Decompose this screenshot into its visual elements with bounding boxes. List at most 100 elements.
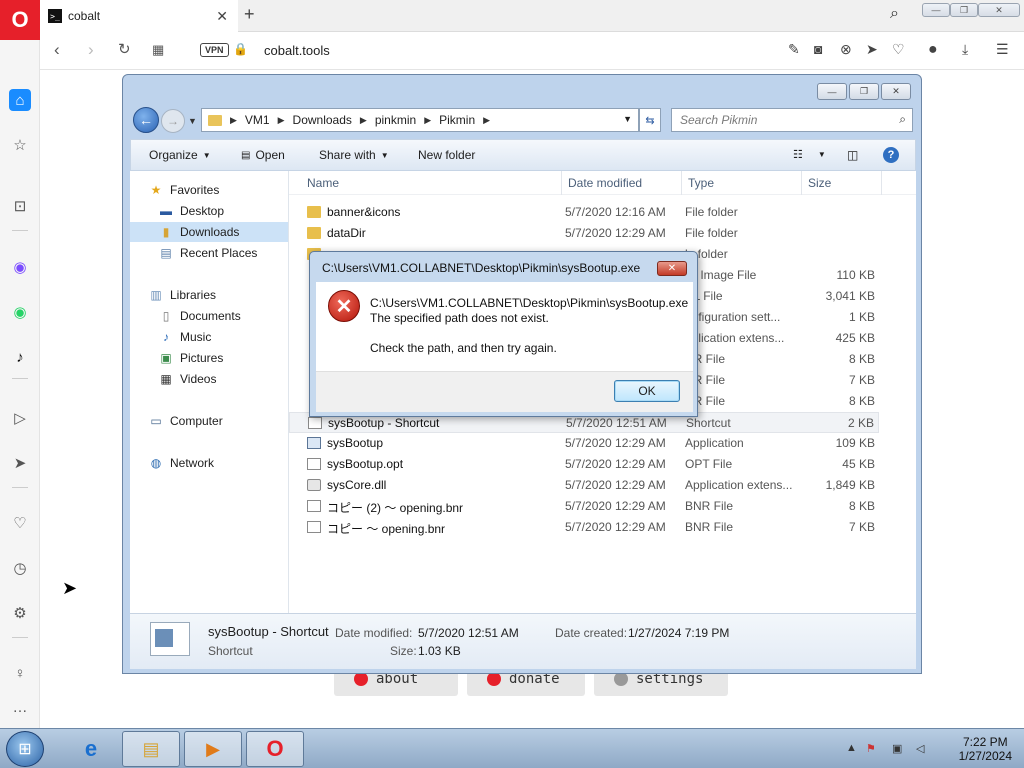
internet-explorer-icon[interactable]: e (62, 731, 120, 767)
tiktok-icon[interactable]: ♪ (9, 346, 31, 368)
tab-close-icon[interactable]: ✕ (216, 8, 228, 25)
media-player-taskbar-icon[interactable]: ▶ (184, 731, 242, 767)
nav-music[interactable]: ♪ Music (130, 327, 288, 347)
breadcrumb-item-pikmin[interactable]: Pikmin (439, 113, 475, 127)
edit-icon[interactable]: ✎ (788, 41, 800, 58)
breadcrumb-item-vm1[interactable]: VM1 (245, 113, 270, 127)
preview-pane-icon[interactable]: ◫ (847, 148, 858, 162)
dialog-close-button[interactable]: ✕ (657, 261, 687, 276)
breadcrumb-item-downloads[interactable]: Downloads (293, 113, 352, 127)
nav-favorites[interactable]: ★ Favorites (130, 180, 288, 200)
explorer-maximize-button[interactable]: ❐ (849, 83, 879, 100)
open-button[interactable]: ▤ Open (241, 148, 285, 162)
browser-close-button[interactable]: ✕ (978, 3, 1020, 17)
star-icon[interactable]: ☆ (9, 134, 31, 156)
recent-pages-dropdown-icon[interactable]: ▼ (188, 116, 197, 126)
change-view-button[interactable]: ☷ ▼ (793, 148, 826, 161)
nav-libraries[interactable]: ▥ Libraries (130, 285, 288, 305)
column-divider[interactable] (681, 171, 682, 195)
clock[interactable]: 7:22 PM 1/27/2024 (959, 735, 1012, 763)
profile-icon[interactable]: ● (928, 41, 938, 59)
search-icon[interactable]: ⌕ (899, 112, 906, 127)
camera-icon[interactable]: ◙ (814, 41, 822, 57)
tabs-grid-icon[interactable]: ▦ (152, 42, 164, 58)
show-hidden-icons-icon[interactable]: ▲ (846, 742, 857, 754)
lock-icon[interactable]: 🔒 (233, 42, 248, 56)
column-header-type[interactable]: Type (688, 176, 714, 190)
new-tab-button[interactable]: + (244, 4, 255, 25)
column-header-name[interactable]: Name (307, 176, 339, 190)
volume-muted-icon[interactable]: ◁ (916, 742, 924, 755)
search-input[interactable]: Search Pikmin ⌕ (671, 108, 913, 132)
browser-maximize-button[interactable]: ❐ (950, 3, 978, 17)
explorer-close-button[interactable]: ✕ (881, 83, 911, 100)
messenger-icon[interactable]: ◉ (9, 256, 31, 278)
column-header-date[interactable]: Date modified (568, 176, 642, 190)
whatsapp-icon[interactable]: ◉ (9, 301, 31, 323)
column-divider[interactable] (881, 171, 882, 195)
nav-recent-places[interactable]: ▤ Recent Places (130, 243, 288, 263)
action-center-flag-icon[interactable]: ⚑ (866, 742, 876, 755)
nav-computer[interactable]: ▭ Computer (130, 411, 288, 431)
browser-minimize-button[interactable]: — (922, 3, 950, 17)
explorer-minimize-button[interactable]: — (817, 83, 847, 100)
breadcrumb-separator-icon[interactable]: ▶ (360, 115, 367, 126)
ok-button[interactable]: OK (614, 380, 680, 402)
menu-icon[interactable]: ☰ (996, 41, 1009, 58)
file-row[interactable]: コピー (2) ～ opening.bnr 5/7/2020 12:29 AM … (289, 496, 879, 517)
file-row[interactable]: banner&icons 5/7/2020 12:16 AM File fold… (289, 202, 879, 223)
start-button-icon[interactable]: ⊞ (6, 731, 44, 767)
file-row[interactable]: sysBootup.opt 5/7/2020 12:29 AM OPT File… (289, 454, 879, 475)
nav-network[interactable]: ◍ Network (130, 453, 288, 473)
nav-pictures[interactable]: ▣ Pictures (130, 348, 288, 368)
nav-videos[interactable]: ▦ Videos (130, 369, 288, 389)
tab-search-icon[interactable]: ⌕ (890, 5, 899, 23)
file-explorer-taskbar-icon[interactable]: ▤ (122, 731, 180, 767)
player-icon[interactable]: ▷ (9, 407, 31, 429)
history-icon[interactable]: ◷ (9, 557, 31, 579)
nav-downloads[interactable]: ▮ Downloads (130, 222, 288, 242)
explorer-back-button[interactable]: ← (133, 107, 159, 133)
more-options-icon[interactable]: … (9, 696, 31, 718)
vpn-badge[interactable]: VPN (200, 43, 229, 57)
new-folder-button[interactable]: New folder (418, 148, 475, 162)
share-with-button[interactable]: Share with ▼ (319, 148, 389, 162)
shopping-bag-icon[interactable]: ⊡ (9, 195, 31, 217)
address-dropdown-icon[interactable]: ▼ (623, 114, 632, 124)
help-icon[interactable]: ? (883, 147, 899, 163)
lightbulb-icon[interactable]: ♀ (9, 662, 31, 684)
nav-documents[interactable]: ▯ Documents (130, 306, 288, 326)
send-icon[interactable]: ➤ (9, 452, 31, 474)
send-icon[interactable]: ➤ (866, 41, 878, 58)
breadcrumb-separator-icon[interactable]: ▶ (424, 115, 431, 126)
breadcrumb-separator-icon[interactable]: ▶ (230, 115, 237, 126)
breadcrumb-item-pinkmin[interactable]: pinkmin (375, 113, 416, 127)
back-arrow-icon[interactable]: ‹ (54, 40, 60, 60)
opera-taskbar-icon[interactable]: O (246, 731, 304, 767)
organize-button[interactable]: Organize ▼ (149, 148, 211, 162)
forward-arrow-icon[interactable]: › (88, 40, 94, 60)
file-row[interactable]: dataDir 5/7/2020 12:29 AM File folder (289, 223, 879, 244)
explorer-forward-button[interactable]: → (161, 109, 185, 133)
heart-icon[interactable]: ♡ (9, 512, 31, 534)
breadcrumb-separator-icon[interactable]: ▶ (483, 115, 490, 126)
url-field[interactable]: cobalt.tools (264, 43, 330, 58)
breadcrumb[interactable]: ▶ VM1 ▶ Downloads ▶ pinkmin ▶ Pikmin ▶ ▼ (201, 108, 639, 132)
column-header-size[interactable]: Size (808, 176, 831, 190)
opera-logo-icon[interactable]: O (0, 0, 40, 40)
column-divider[interactable] (801, 171, 802, 195)
file-row[interactable]: コピー ～ opening.bnr 5/7/2020 12:29 AM BNR … (289, 517, 879, 538)
download-icon[interactable]: ⤓ (962, 41, 968, 58)
home-icon[interactable]: ⌂ (9, 89, 31, 111)
reload-icon[interactable]: ↻ (118, 40, 131, 58)
heart-icon[interactable]: ♡ (892, 41, 905, 58)
settings-gear-icon[interactable]: ⚙ (9, 602, 31, 624)
column-divider[interactable] (561, 171, 562, 195)
network-status-icon[interactable]: ▣ (892, 742, 902, 755)
file-row[interactable]: sysCore.dll 5/7/2020 12:29 AM Applicatio… (289, 475, 879, 496)
block-icon[interactable]: ⊗ (840, 41, 852, 58)
nav-desktop[interactable]: ▬ Desktop (130, 201, 288, 221)
browser-tab[interactable]: >_ cobalt ✕ (40, 0, 238, 32)
file-row[interactable]: sysBootup 5/7/2020 12:29 AM Application … (289, 433, 879, 454)
refresh-icon[interactable]: ⇆ (639, 108, 661, 132)
